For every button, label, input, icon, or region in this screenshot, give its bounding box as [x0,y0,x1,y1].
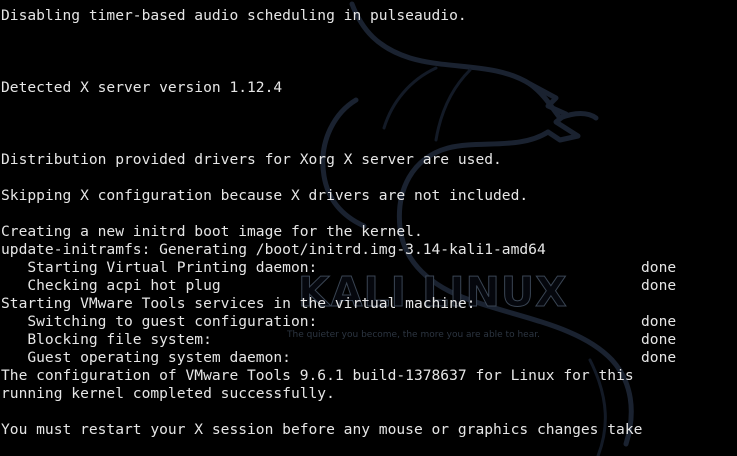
line-text: Detected X server version 1.12.4 [1,79,283,96]
terminal-line: Disabling timer-based audio scheduling i… [1,7,737,25]
terminal-output[interactable]: Disabling timer-based audio scheduling i… [1,7,737,439]
terminal-line: The configuration of VMware Tools 9.6.1 … [1,367,737,385]
line-text: Switching to guest configuration: [1,313,318,330]
terminal-line: Starting Virtual Printing daemon: done [1,259,737,277]
line-text: The configuration of VMware Tools 9.6.1 … [1,367,634,384]
line-text: running kernel completed successfully. [1,385,335,402]
terminal-line: Guest operating system daemon: done [1,349,737,367]
line-text: Starting Virtual Printing daemon: [1,259,318,276]
terminal-line: You must restart your X session before a… [1,421,737,439]
status-done: done [641,331,677,348]
line-text: update-initramfs: Generating /boot/initr… [1,241,546,258]
terminal-line: Detected X server version 1.12.4 [1,79,737,97]
line-text: Creating a new initrd boot image for the… [1,223,423,240]
line-text: Disabling timer-based audio scheduling i… [1,7,467,24]
terminal-line: Switching to guest configuration: done [1,313,737,331]
line-text: Blocking file system: [1,331,212,348]
terminal-line: update-initramfs: Generating /boot/initr… [1,241,737,259]
line-text: Guest operating system daemon: [1,349,291,366]
status-done: done [641,277,677,294]
terminal-line: Creating a new initrd boot image for the… [1,223,737,241]
line-text: You must restart your X session before a… [1,421,643,438]
terminal-line: running kernel completed successfully. [1,385,737,403]
terminal-line: Distribution provided drivers for Xorg X… [1,151,737,169]
line-text: Checking acpi hot plug [1,277,221,294]
line-text: Distribution provided drivers for Xorg X… [1,151,502,168]
terminal-line: Starting VMware Tools services in the vi… [1,295,737,313]
status-done: done [641,349,677,366]
status-done: done [641,313,677,330]
terminal-line: Checking acpi hot plug done [1,277,737,295]
terminal-line: Blocking file system: done [1,331,737,349]
line-text: Starting VMware Tools services in the vi… [1,295,476,312]
terminal-window[interactable]: KALI LINUX The quieter you become, the m… [0,0,737,456]
line-text: Skipping X configuration because X drive… [1,187,529,204]
terminal-line: Skipping X configuration because X drive… [1,187,737,205]
status-done: done [641,259,677,276]
